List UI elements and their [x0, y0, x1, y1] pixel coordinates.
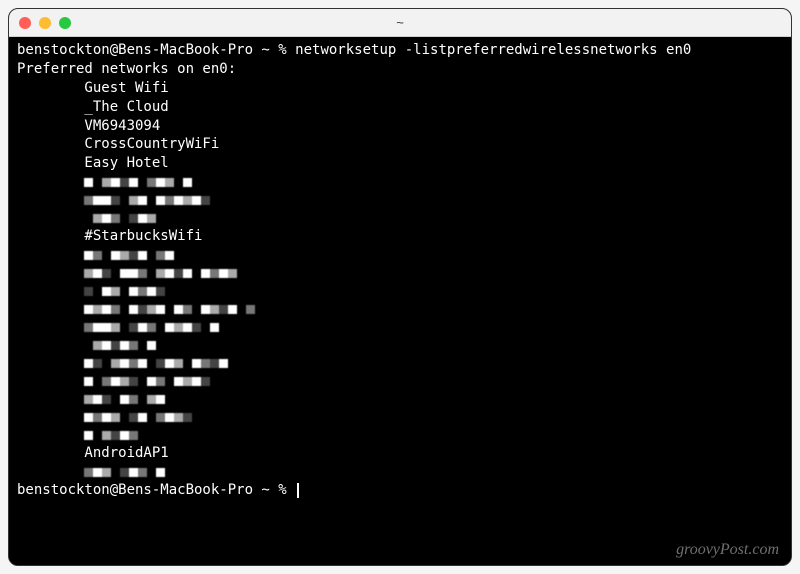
cursor-icon — [297, 483, 299, 498]
redacted-network — [17, 246, 783, 264]
prompt: benstockton@Bens-MacBook-Pro ~ % — [17, 482, 287, 498]
redacted-network — [17, 426, 783, 444]
redacted-network — [17, 354, 783, 372]
redacted-network — [17, 282, 783, 300]
window-titlebar: ~ — [9, 9, 791, 37]
command: networksetup -listpreferredwirelessnetwo… — [295, 42, 691, 58]
maximize-icon[interactable] — [59, 17, 71, 29]
traffic-lights — [19, 17, 71, 29]
redacted-network — [17, 209, 783, 227]
redacted-network — [17, 191, 783, 209]
redacted-network — [17, 318, 783, 336]
redacted-network — [17, 264, 783, 282]
redacted-network — [17, 372, 783, 390]
redacted-network — [17, 336, 783, 354]
network-item: VM6943094 — [17, 117, 783, 136]
minimize-icon[interactable] — [39, 17, 51, 29]
redacted-network — [17, 173, 783, 191]
output-header: Preferred networks on en0: — [17, 60, 783, 79]
window-title: ~ — [396, 15, 404, 30]
network-item: _The Cloud — [17, 98, 783, 117]
network-item: Easy Hotel — [17, 154, 783, 173]
terminal-output[interactable]: benstockton@Bens-MacBook-Pro ~ % network… — [9, 37, 791, 565]
prompt-line: benstockton@Bens-MacBook-Pro ~ % network… — [17, 41, 783, 60]
redacted-network — [17, 463, 783, 481]
close-icon[interactable] — [19, 17, 31, 29]
network-item: AndroidAP1 — [17, 444, 783, 463]
redacted-network — [17, 390, 783, 408]
prompt-line: benstockton@Bens-MacBook-Pro ~ % — [17, 481, 783, 500]
network-item: #StarbucksWifi — [17, 227, 783, 246]
network-item: CrossCountryWiFi — [17, 135, 783, 154]
redacted-network — [17, 300, 783, 318]
network-item: Guest Wifi — [17, 79, 783, 98]
prompt: benstockton@Bens-MacBook-Pro ~ % — [17, 42, 287, 58]
terminal-window: ~ benstockton@Bens-MacBook-Pro ~ % netwo… — [8, 8, 792, 566]
redacted-network — [17, 408, 783, 426]
